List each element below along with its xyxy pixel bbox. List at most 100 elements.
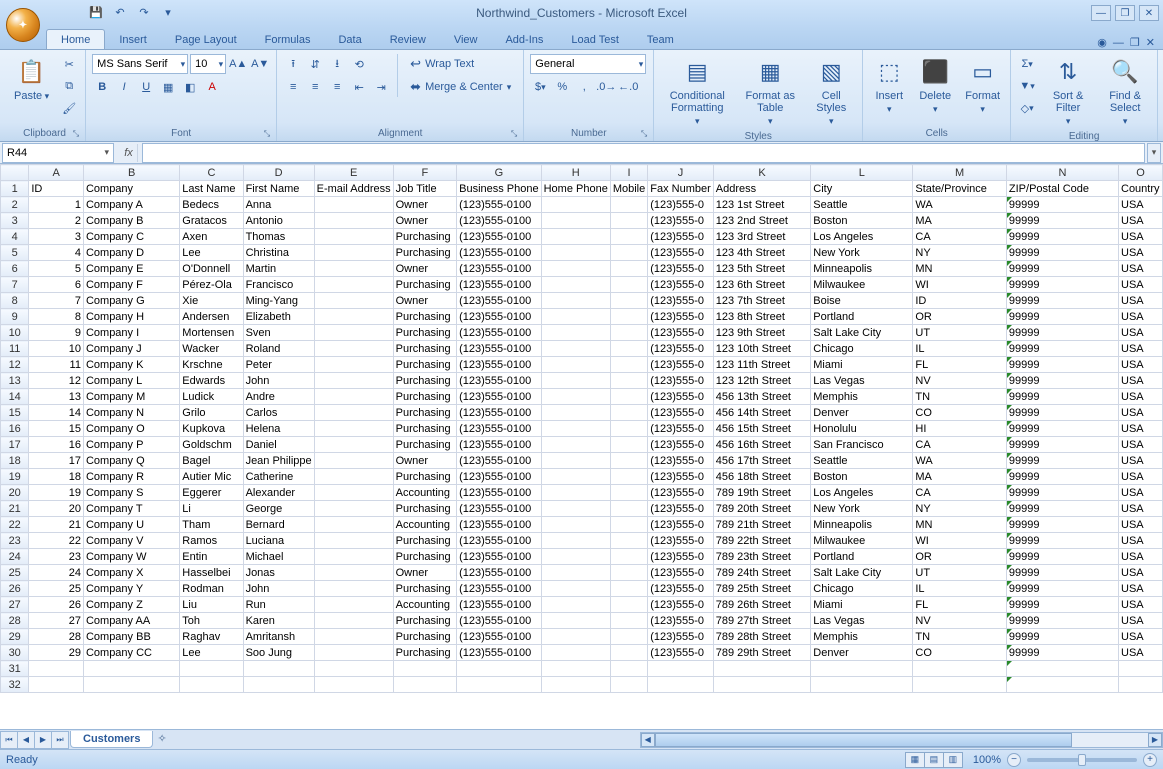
cell[interactable]: George <box>243 501 314 517</box>
conditional-formatting-button[interactable]: ▤ Conditional Formatting <box>660 54 734 129</box>
cell[interactable]: 789 22th Street <box>713 533 811 549</box>
cell[interactable] <box>541 629 610 645</box>
decrease-decimal-icon[interactable]: ←.0 <box>618 77 638 97</box>
cell[interactable] <box>610 309 647 325</box>
cell[interactable]: Purchasing <box>393 613 457 629</box>
cell[interactable]: 3 <box>29 229 84 245</box>
cell[interactable]: UT <box>913 325 1007 341</box>
cell[interactable]: 26 <box>29 597 84 613</box>
cell[interactable] <box>314 405 393 421</box>
column-header[interactable]: H <box>541 165 610 181</box>
cell[interactable]: (123)555-0100 <box>457 549 542 565</box>
cell[interactable]: E-mail Address <box>314 181 393 197</box>
cell[interactable]: USA <box>1119 277 1163 293</box>
cell[interactable]: Company J <box>83 341 179 357</box>
column-header[interactable]: B <box>83 165 179 181</box>
cell[interactable]: Liu <box>180 597 243 613</box>
cell[interactable]: (123)555-0100 <box>457 581 542 597</box>
cell[interactable]: USA <box>1119 533 1163 549</box>
cell[interactable] <box>648 677 714 693</box>
increase-indent-icon[interactable]: ⇥ <box>371 77 391 97</box>
cell[interactable]: Gratacos <box>180 213 243 229</box>
cell[interactable]: 123 9th Street <box>713 325 811 341</box>
tab-home[interactable]: Home <box>46 29 105 49</box>
cell[interactable]: Purchasing <box>393 629 457 645</box>
cell[interactable]: Los Angeles <box>811 485 913 501</box>
cell[interactable]: USA <box>1119 485 1163 501</box>
cell[interactable]: Jonas <box>243 565 314 581</box>
cell[interactable]: Edwards <box>180 373 243 389</box>
cell[interactable]: 456 18th Street <box>713 469 811 485</box>
cell[interactable] <box>314 245 393 261</box>
cell[interactable]: (123)555-0 <box>648 325 714 341</box>
cell[interactable]: City <box>811 181 913 197</box>
cell[interactable]: Anna <box>243 197 314 213</box>
row-header[interactable]: 1 <box>1 181 29 197</box>
cell[interactable]: 18 <box>29 469 84 485</box>
cell[interactable] <box>29 661 84 677</box>
cell[interactable] <box>83 677 179 693</box>
column-header[interactable]: J <box>648 165 714 181</box>
cell[interactable]: Lee <box>180 245 243 261</box>
cell[interactable]: New York <box>811 501 913 517</box>
cell[interactable]: Seattle <box>811 197 913 213</box>
cell[interactable] <box>314 677 393 693</box>
decrease-indent-icon[interactable]: ⇤ <box>349 77 369 97</box>
cell[interactable]: Bernard <box>243 517 314 533</box>
cell[interactable]: Chicago <box>811 581 913 597</box>
cell[interactable]: 123 6th Street <box>713 277 811 293</box>
cell[interactable]: USA <box>1119 213 1163 229</box>
cell[interactable] <box>541 613 610 629</box>
cell[interactable]: John <box>243 581 314 597</box>
cell[interactable]: (123)555-0100 <box>457 357 542 373</box>
cell[interactable]: MN <box>913 261 1007 277</box>
cell[interactable]: Minneapolis <box>811 261 913 277</box>
cell[interactable]: 99999 <box>1006 645 1118 661</box>
prev-sheet-icon[interactable]: ◀ <box>17 731 35 749</box>
cell[interactable]: Soo Jung <box>243 645 314 661</box>
row-header[interactable]: 24 <box>1 549 29 565</box>
cell[interactable] <box>610 197 647 213</box>
zoom-slider[interactable] <box>1027 758 1137 762</box>
cell[interactable]: Catherine <box>243 469 314 485</box>
cell[interactable]: 99999 <box>1006 325 1118 341</box>
cell[interactable]: 17 <box>29 453 84 469</box>
cell[interactable]: Company E <box>83 261 179 277</box>
cell[interactable] <box>541 565 610 581</box>
cell[interactable]: Kupkova <box>180 421 243 437</box>
cell[interactable]: Thomas <box>243 229 314 245</box>
cell[interactable]: Sven <box>243 325 314 341</box>
worksheet-grid[interactable]: ABCDEFGHIJKLMNO 1IDCompanyLast NameFirst… <box>0 164 1163 729</box>
cell[interactable]: (123)555-0100 <box>457 405 542 421</box>
cell[interactable] <box>913 661 1007 677</box>
cell[interactable]: 99999 <box>1006 389 1118 405</box>
cell[interactable]: 789 20th Street <box>713 501 811 517</box>
cell[interactable]: Purchasing <box>393 469 457 485</box>
cell[interactable]: (123)555-0 <box>648 341 714 357</box>
cell[interactable]: (123)555-0 <box>648 389 714 405</box>
font-name-combo[interactable]: MS Sans Serif <box>92 54 188 74</box>
cell[interactable]: USA <box>1119 421 1163 437</box>
row-header[interactable]: 25 <box>1 565 29 581</box>
cell[interactable]: Purchasing <box>393 357 457 373</box>
column-header[interactable]: G <box>457 165 542 181</box>
cell[interactable] <box>610 229 647 245</box>
row-header[interactable]: 8 <box>1 293 29 309</box>
cell[interactable]: 99999 <box>1006 549 1118 565</box>
cell[interactable]: NV <box>913 373 1007 389</box>
cell[interactable]: 123 3rd Street <box>713 229 811 245</box>
cell[interactable]: 789 24th Street <box>713 565 811 581</box>
cell[interactable] <box>610 437 647 453</box>
cell[interactable]: 789 23th Street <box>713 549 811 565</box>
cell[interactable]: (123)555-0100 <box>457 501 542 517</box>
save-icon[interactable]: 💾 <box>86 3 106 23</box>
cell[interactable]: Helena <box>243 421 314 437</box>
cell[interactable] <box>314 389 393 405</box>
cell[interactable]: (123)555-0 <box>648 261 714 277</box>
cell[interactable]: 10 <box>29 341 84 357</box>
cell[interactable]: (123)555-0 <box>648 245 714 261</box>
cell[interactable] <box>314 501 393 517</box>
cell[interactable]: (123)555-0100 <box>457 293 542 309</box>
cell[interactable]: 789 28th Street <box>713 629 811 645</box>
column-header[interactable]: A <box>29 165 84 181</box>
